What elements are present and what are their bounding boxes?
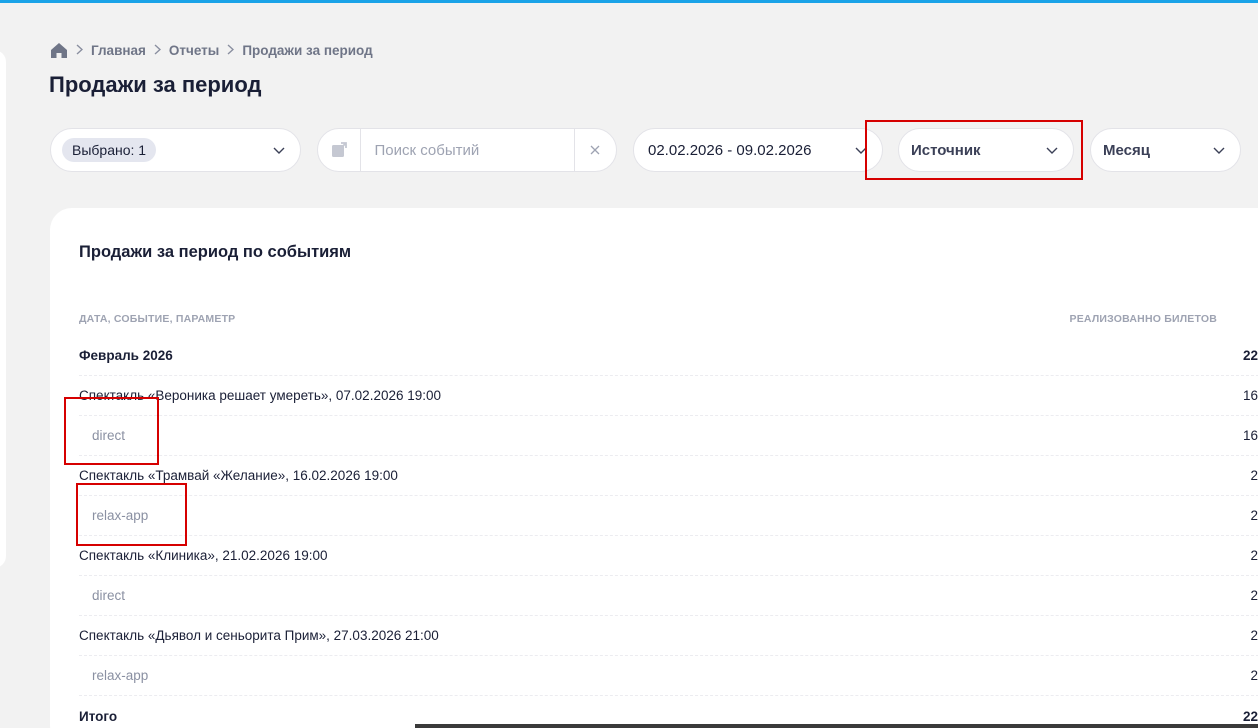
highlight-box-source-filter: [865, 120, 1083, 180]
breadcrumb: Главная Отчеты Продажи за период: [50, 42, 373, 59]
chevron-down-icon: [273, 147, 285, 154]
row-label: Спектакль «Дьявол и сеньорита Прим», 27.…: [79, 628, 439, 643]
row-value: 22: [1242, 348, 1258, 363]
chevron-right-icon: [76, 43, 84, 58]
chevron-right-icon: [227, 43, 235, 58]
table-row-event: Спектакль «Трамвай «Желание», 16.02.2026…: [79, 456, 1258, 496]
row-value: 2: [1250, 548, 1258, 563]
events-multiselect[interactable]: Выбрано: 1: [50, 128, 301, 172]
row-label: Итого: [79, 708, 118, 724]
table-row-month: Февраль 2026 22: [79, 336, 1258, 376]
table-row-source: relax-app 2: [79, 496, 1258, 536]
table-row-source: direct 2: [79, 576, 1258, 616]
column-header-event: ДАТА, СОБЫТИЕ, ПАРАМЕТР: [79, 313, 236, 325]
breadcrumb-current: Продажи за период: [242, 43, 373, 58]
row-value: 2: [1250, 468, 1258, 483]
row-value: 2: [1250, 588, 1258, 603]
highlight-box-relax-app: [76, 483, 187, 546]
external-link-icon[interactable]: [318, 129, 361, 171]
row-value: 16: [1242, 388, 1258, 403]
table-row-source: relax-app 2: [79, 656, 1258, 696]
left-side-panel: [0, 50, 6, 568]
clear-search-button[interactable]: [573, 129, 617, 171]
table-row-event: Спектакль «Клиника», 21.02.2026 19:00 2: [79, 536, 1258, 576]
report-title: Продажи за период по событиям: [79, 243, 352, 261]
breadcrumb-home-link[interactable]: Главная: [91, 43, 146, 58]
row-label: direct: [92, 588, 126, 603]
bottom-edge-strip: [415, 724, 1258, 728]
table-row-event: Спектакль «Дьявол и сеньорита Прим», 27.…: [79, 616, 1258, 656]
page-title: Продажи за период: [49, 72, 262, 97]
close-icon: [590, 145, 600, 155]
top-accent-bar: [0, 0, 1258, 3]
row-value: 2: [1250, 508, 1258, 523]
row-label: Февраль 2026: [79, 348, 173, 363]
selected-count-chip: Выбрано: 1: [62, 138, 157, 162]
row-value: 16: [1242, 428, 1258, 443]
period-select-value: Месяц: [1103, 141, 1150, 159]
chevron-right-icon: [154, 43, 161, 58]
table-row-event: Спектакль «Вероника решает умереть», 07.…: [79, 376, 1258, 416]
highlight-box-direct: [64, 397, 159, 465]
breadcrumb-reports-link[interactable]: Отчеты: [169, 43, 219, 58]
period-select[interactable]: Месяц: [1090, 128, 1241, 172]
row-label: Спектакль «Трамвай «Желание», 16.02.2026…: [79, 468, 398, 483]
table-row-source: direct 16: [79, 416, 1258, 456]
report-card: Продажи за период по событиям ДАТА, СОБЫ…: [50, 208, 1258, 728]
date-range-value: 02.02.2026 - 09.02.2026: [648, 141, 812, 159]
date-range-picker[interactable]: 02.02.2026 - 09.02.2026: [633, 128, 883, 172]
home-icon[interactable]: [50, 42, 68, 59]
row-label: relax-app: [92, 668, 149, 683]
column-header-tickets: РЕАЛИЗОВАННО БИЛЕТОВ: [1069, 313, 1217, 325]
event-search-box: [317, 128, 617, 172]
row-value: 22: [1242, 708, 1258, 724]
row-label: Спектакль «Клиника», 21.02.2026 19:00: [79, 548, 328, 563]
row-value: 2: [1250, 628, 1258, 643]
chevron-down-icon: [1213, 147, 1225, 154]
search-input[interactable]: [360, 129, 574, 171]
row-value: 2: [1250, 668, 1258, 683]
